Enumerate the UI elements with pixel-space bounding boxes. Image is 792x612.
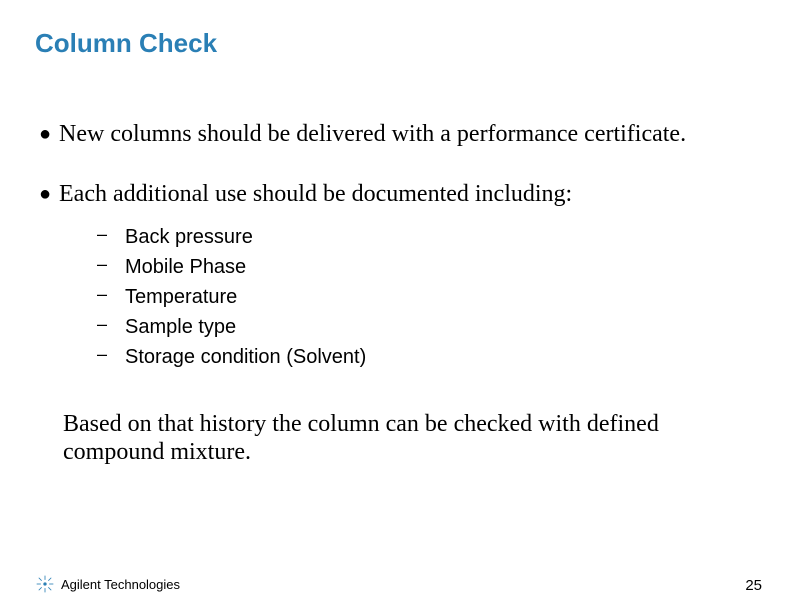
closing-text: Based on that history the column can be …	[63, 410, 703, 466]
footer-logo: Agilent Technologies	[35, 574, 180, 594]
slide-content: ● New columns should be delivered with a…	[35, 120, 732, 466]
sub-bullet-list: – Back pressure – Mobile Phase – Tempera…	[97, 224, 732, 370]
spark-icon	[35, 574, 55, 594]
slide: Column Check ● New columns should be del…	[0, 0, 792, 612]
dash-icon: –	[97, 224, 125, 245]
sub-bullet-text: Sample type	[125, 314, 236, 340]
sub-bullet-text: Temperature	[125, 284, 237, 310]
bullet-dot-icon: ●	[35, 120, 59, 148]
sub-bullet-item: – Mobile Phase	[97, 254, 732, 280]
sub-bullet-text: Back pressure	[125, 224, 253, 250]
sub-bullet-text: Mobile Phase	[125, 254, 246, 280]
sub-bullet-item: – Sample type	[97, 314, 732, 340]
dash-icon: –	[97, 284, 125, 305]
sub-bullet-item: – Back pressure	[97, 224, 732, 250]
sub-bullet-item: – Storage condition (Solvent)	[97, 344, 732, 370]
bullet-text: New columns should be delivered with a p…	[59, 120, 686, 148]
sub-bullet-text: Storage condition (Solvent)	[125, 344, 366, 370]
page-number: 25	[745, 577, 762, 594]
dash-icon: –	[97, 314, 125, 335]
brand-name: Agilent Technologies	[61, 577, 180, 592]
slide-title: Column Check	[35, 28, 217, 59]
bullet-text: Each additional use should be documented…	[59, 180, 572, 208]
dash-icon: –	[97, 344, 125, 365]
bullet-item: ● New columns should be delivered with a…	[35, 120, 732, 148]
bullet-item: ● Each additional use should be document…	[35, 180, 732, 208]
bullet-dot-icon: ●	[35, 180, 59, 208]
sub-bullet-item: – Temperature	[97, 284, 732, 310]
dash-icon: –	[97, 254, 125, 275]
